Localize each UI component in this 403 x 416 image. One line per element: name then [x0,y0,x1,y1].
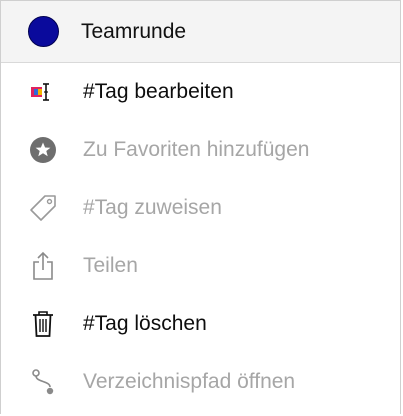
menu-item-label: Zu Favoriten hinzufügen [83,138,310,161]
tag-color-dot [28,16,59,47]
menu-header: Teamrunde [1,1,400,63]
menu-item-label: #Tag löschen [83,312,207,335]
menu-item-label: Teilen [83,254,138,277]
menu-item-add-favorite[interactable]: Zu Favoriten hinzufügen [1,121,400,179]
menu-item-share[interactable]: Teilen [1,237,400,295]
menu-item-open-path[interactable]: Verzeichnispfad öffnen [1,353,400,411]
path-icon [25,364,61,400]
menu-item-label: #Tag zuweisen [83,196,222,219]
share-icon [25,248,61,284]
menu-item-label: Verzeichnispfad öffnen [83,370,296,393]
menu-header-title: Teamrunde [81,19,187,43]
menu-item-delete-tag[interactable]: #Tag löschen [1,295,400,353]
star-badge-icon [25,132,61,168]
trash-icon [25,306,61,342]
tag-icon [25,190,61,226]
tag-edit-icon [25,74,61,110]
menu-item-label: #Tag bearbeiten [83,80,234,103]
context-menu: Teamrunde #Tag bearbeiten Zu Favoriten h… [0,0,401,414]
menu-item-assign-tag[interactable]: #Tag zuweisen [1,179,400,237]
menu-item-edit-tag[interactable]: #Tag bearbeiten [1,63,400,121]
